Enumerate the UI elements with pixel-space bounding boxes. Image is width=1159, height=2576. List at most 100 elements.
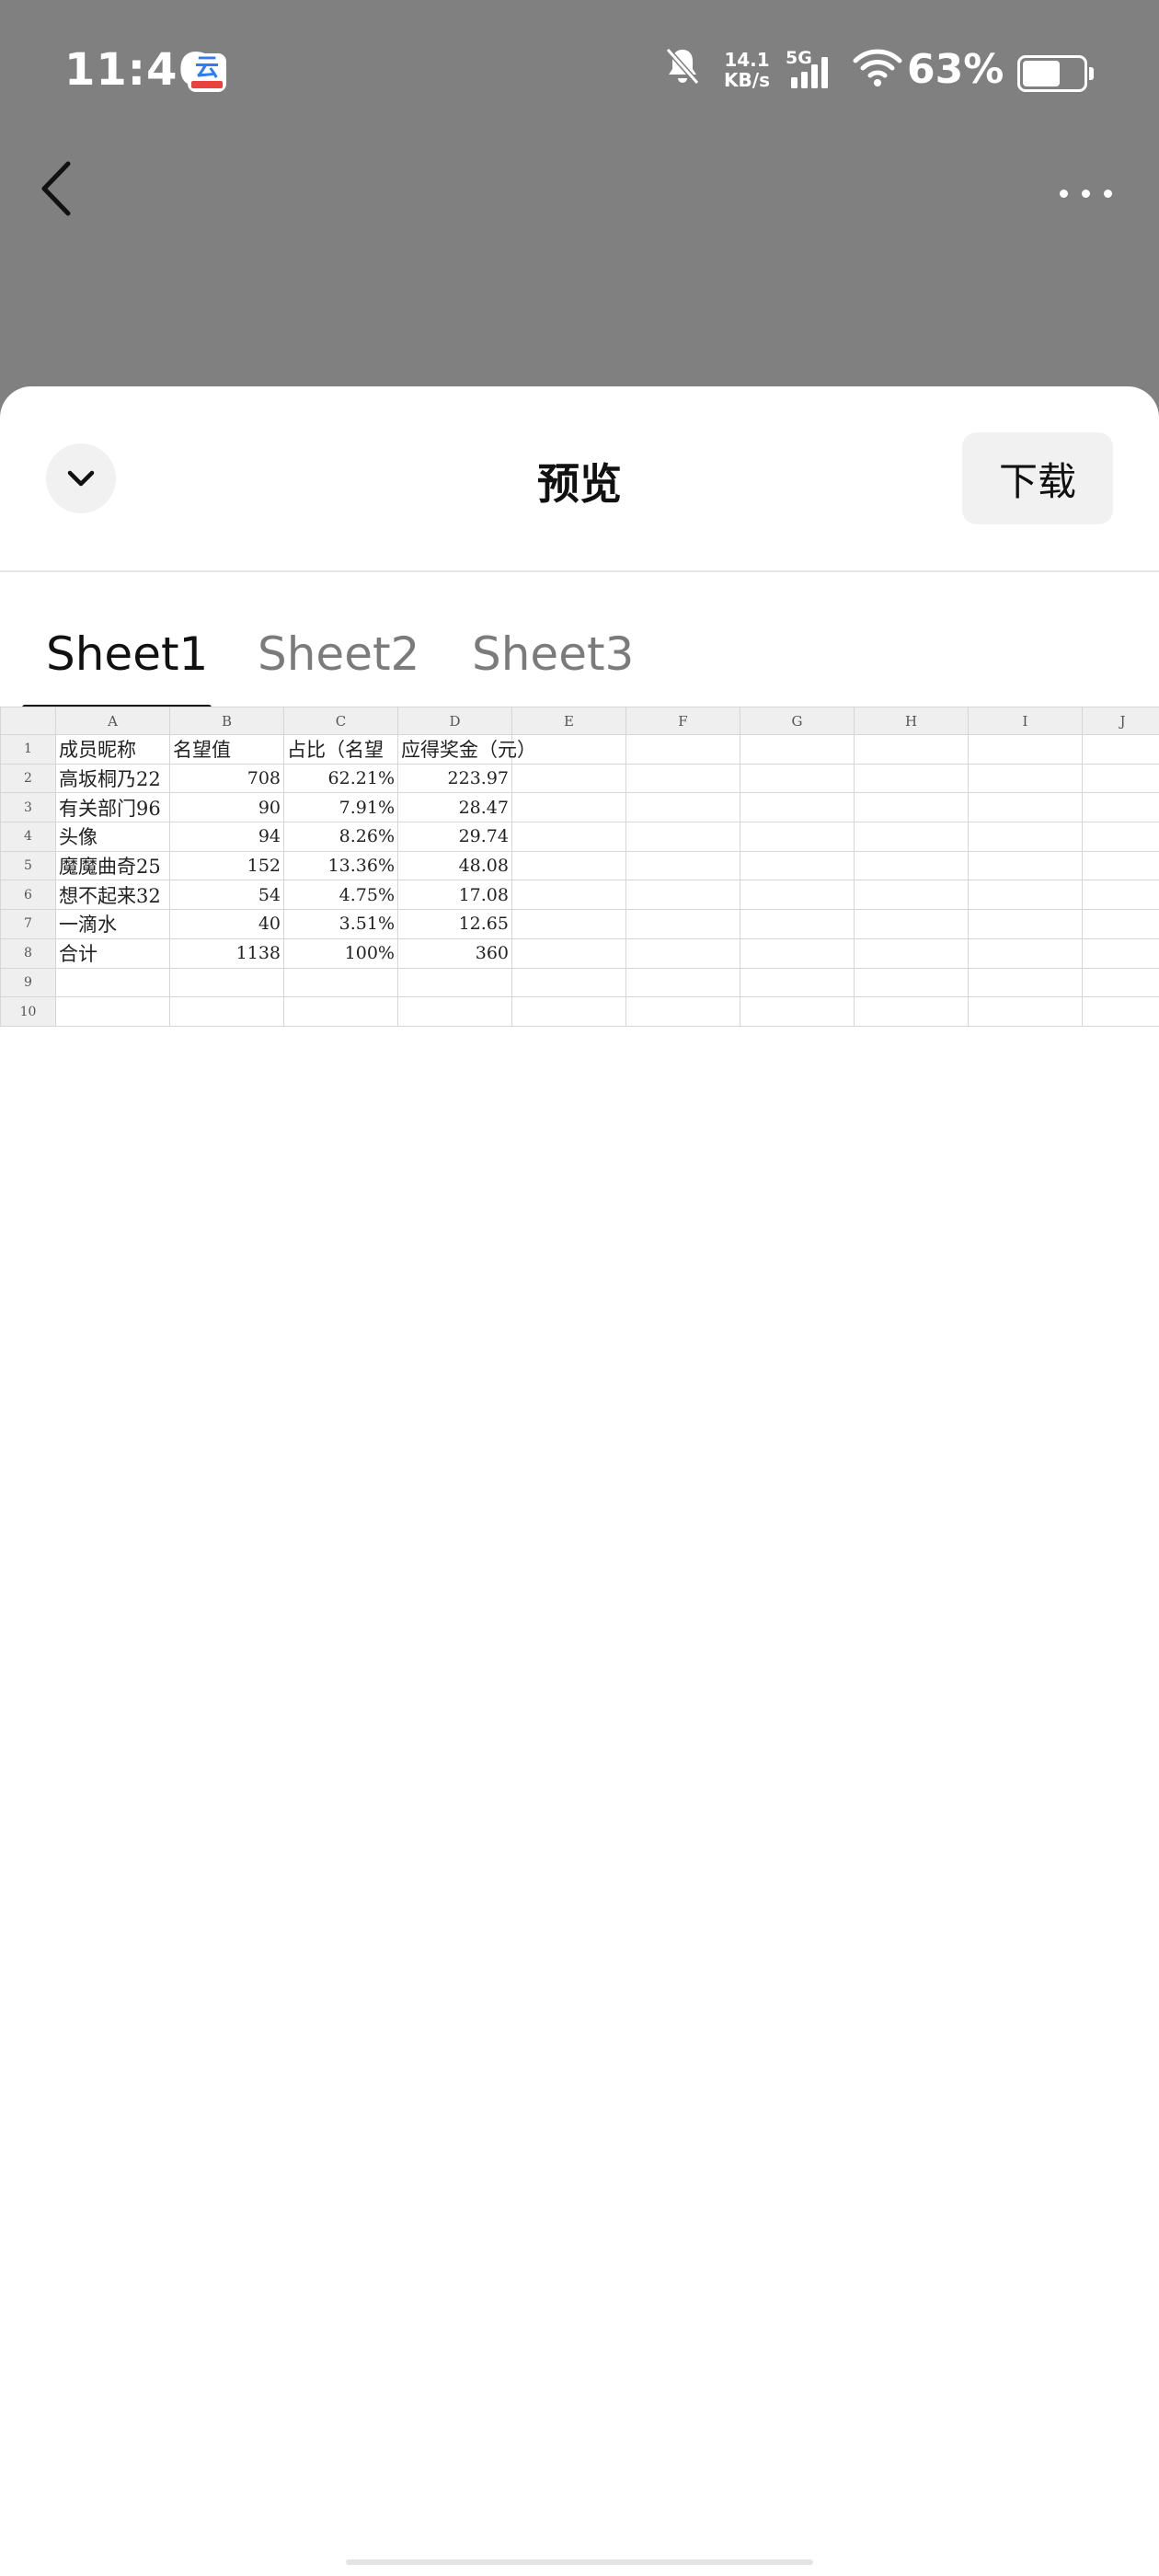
table-cell[interactable]: 62.21% (283, 763, 398, 794)
table-cell[interactable]: 名望值 (169, 734, 284, 765)
table-cell[interactable] (283, 996, 398, 1027)
table-cell[interactable] (511, 763, 626, 794)
table-cell[interactable]: 90 (169, 792, 284, 823)
table-cell[interactable] (511, 880, 626, 911)
download-button[interactable]: 下载 (962, 432, 1113, 524)
table-cell[interactable] (740, 850, 855, 881)
table-cell[interactable] (854, 967, 969, 998)
table-cell[interactable] (1082, 734, 1159, 765)
table-cell[interactable]: 4.75% (283, 880, 398, 911)
table-cell[interactable] (968, 792, 1083, 823)
table-cell[interactable]: 8.26% (283, 822, 398, 852)
table-cell[interactable] (854, 792, 969, 823)
table-cell[interactable]: 占比（名望 (283, 734, 398, 765)
table-cell[interactable] (625, 909, 740, 939)
table-cell[interactable]: 360 (397, 937, 512, 969)
table-cell[interactable]: 7.91% (283, 792, 398, 823)
table-cell[interactable] (968, 967, 1083, 998)
back-button[interactable] (35, 156, 81, 221)
table-cell[interactable]: 223.97 (397, 763, 512, 794)
table-cell[interactable]: 1138 (169, 937, 284, 969)
table-cell[interactable]: 合计 (55, 937, 170, 969)
table-cell[interactable]: 40 (169, 909, 284, 939)
table-cell[interactable] (968, 937, 1083, 969)
table-cell[interactable] (625, 937, 740, 969)
table-cell[interactable] (1082, 937, 1159, 969)
table-cell[interactable] (625, 880, 740, 911)
table-cell[interactable] (740, 967, 855, 998)
table-cell[interactable] (968, 850, 1083, 881)
table-cell[interactable] (625, 763, 740, 794)
table-cell[interactable]: 94 (169, 822, 284, 852)
table-cell[interactable] (511, 822, 626, 852)
table-cell[interactable] (511, 850, 626, 881)
table-cell[interactable]: 13.36% (283, 850, 398, 881)
table-cell[interactable] (968, 909, 1083, 939)
table-cell[interactable] (625, 792, 740, 823)
table-cell[interactable] (740, 763, 855, 794)
table-cell[interactable]: 152 (169, 850, 284, 881)
table-cell[interactable] (625, 850, 740, 881)
table-cell[interactable] (511, 996, 626, 1027)
table-cell[interactable]: 29.74 (397, 822, 512, 852)
table-cell[interactable] (968, 763, 1083, 794)
table-cell[interactable] (740, 792, 855, 823)
table-cell[interactable] (740, 880, 855, 911)
table-cell[interactable]: 54 (169, 880, 284, 911)
table-cell[interactable] (740, 937, 855, 969)
tab-sheet2[interactable]: Sheet2 (258, 627, 419, 681)
table-cell[interactable]: 魔魔曲奇25 (55, 850, 170, 881)
table-cell[interactable] (1082, 792, 1159, 823)
table-cell[interactable] (854, 909, 969, 939)
table-cell[interactable]: 3.51% (283, 909, 398, 939)
table-cell[interactable]: 17.08 (397, 880, 512, 911)
table-cell[interactable] (55, 996, 170, 1027)
table-cell[interactable] (1082, 763, 1159, 794)
table-cell[interactable]: 48.08 (397, 850, 512, 881)
table-cell[interactable] (625, 996, 740, 1027)
tab-sheet3[interactable]: Sheet3 (472, 627, 634, 681)
table-cell[interactable] (854, 734, 969, 765)
table-cell[interactable]: 一滴水 (55, 909, 170, 939)
tab-sheet1[interactable]: Sheet1 (46, 627, 208, 681)
table-cell[interactable] (854, 996, 969, 1027)
table-cell[interactable] (740, 734, 855, 765)
table-cell[interactable] (1082, 967, 1159, 998)
table-cell[interactable]: 100% (283, 937, 398, 969)
table-cell[interactable]: 28.47 (397, 792, 512, 823)
table-cell[interactable] (968, 822, 1083, 852)
table-cell[interactable] (511, 909, 626, 939)
table-cell[interactable]: 头像 (55, 822, 170, 852)
table-cell[interactable] (397, 996, 512, 1027)
table-cell[interactable]: 应得奖金（元） (397, 734, 536, 765)
table-cell[interactable] (854, 822, 969, 852)
table-cell[interactable]: 12.65 (397, 909, 512, 939)
table-cell[interactable] (169, 996, 284, 1027)
table-cell[interactable] (968, 734, 1083, 765)
table-cell[interactable] (854, 850, 969, 881)
more-options-button[interactable] (1050, 173, 1124, 213)
table-cell[interactable] (1082, 850, 1159, 881)
table-cell[interactable] (511, 792, 626, 823)
table-cell[interactable] (397, 967, 512, 998)
table-cell[interactable]: 708 (169, 763, 284, 794)
table-cell[interactable] (968, 880, 1083, 911)
table-cell[interactable] (169, 967, 284, 998)
table-cell[interactable] (740, 909, 855, 939)
table-cell[interactable] (1082, 880, 1159, 911)
table-cell[interactable] (1082, 822, 1159, 852)
table-cell[interactable] (625, 967, 740, 998)
table-cell[interactable] (625, 822, 740, 852)
table-cell[interactable] (854, 880, 969, 911)
table-cell[interactable] (854, 937, 969, 969)
table-cell[interactable]: 成员昵称 (55, 734, 170, 765)
table-cell[interactable]: 有关部门96 (55, 792, 170, 823)
table-cell[interactable]: 高坂桐乃22 (55, 763, 170, 794)
table-cell[interactable] (854, 763, 969, 794)
table-cell[interactable] (740, 996, 855, 1027)
table-cell[interactable] (1082, 996, 1159, 1027)
table-cell[interactable] (511, 967, 626, 998)
table-cell[interactable]: 想不起来32 (55, 880, 170, 911)
table-cell[interactable] (625, 734, 740, 765)
table-cell[interactable] (1082, 909, 1159, 939)
